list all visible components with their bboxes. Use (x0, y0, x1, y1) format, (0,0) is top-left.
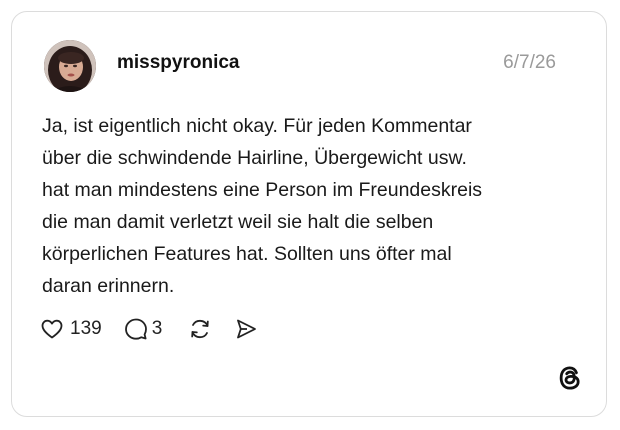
post-text-line: über die schwindende Hairline, Übergewic… (42, 147, 467, 169)
comment-count: 3 (151, 318, 163, 339)
heart-icon (40, 317, 64, 341)
share-button[interactable] (234, 317, 258, 341)
post-text: Ja, ist eigentlich nicht okay. Für jeden… (42, 110, 582, 302)
like-count: 139 (70, 318, 102, 339)
post-date: 6/7/26 (503, 52, 556, 73)
post-text-line: die man damit verletzt weil sie halt die… (42, 211, 434, 233)
post-card: misspyronica 6/7/26 Ja, ist eigentlich n… (11, 11, 607, 417)
send-icon (234, 317, 258, 341)
post-text-line: körperlichen Features hat. Sollten uns ö… (42, 243, 452, 265)
threads-logo-icon[interactable] (556, 364, 584, 392)
repost-button[interactable] (188, 317, 212, 341)
speech-bubble-icon (124, 317, 148, 341)
comment-button[interactable]: 3 (124, 317, 163, 341)
repost-icon (188, 317, 212, 341)
avatar[interactable] (44, 40, 96, 92)
like-button[interactable]: 139 (40, 317, 102, 341)
username[interactable]: misspyronica (117, 52, 240, 74)
post-text-line: hat man mindestens eine Person im Freund… (42, 179, 483, 201)
action-bar: 139 3 (40, 314, 258, 344)
post-text-line: daran erinnern. (42, 275, 175, 297)
post-text-line: Ja, ist eigentlich nicht okay. Für jeden… (42, 115, 472, 137)
